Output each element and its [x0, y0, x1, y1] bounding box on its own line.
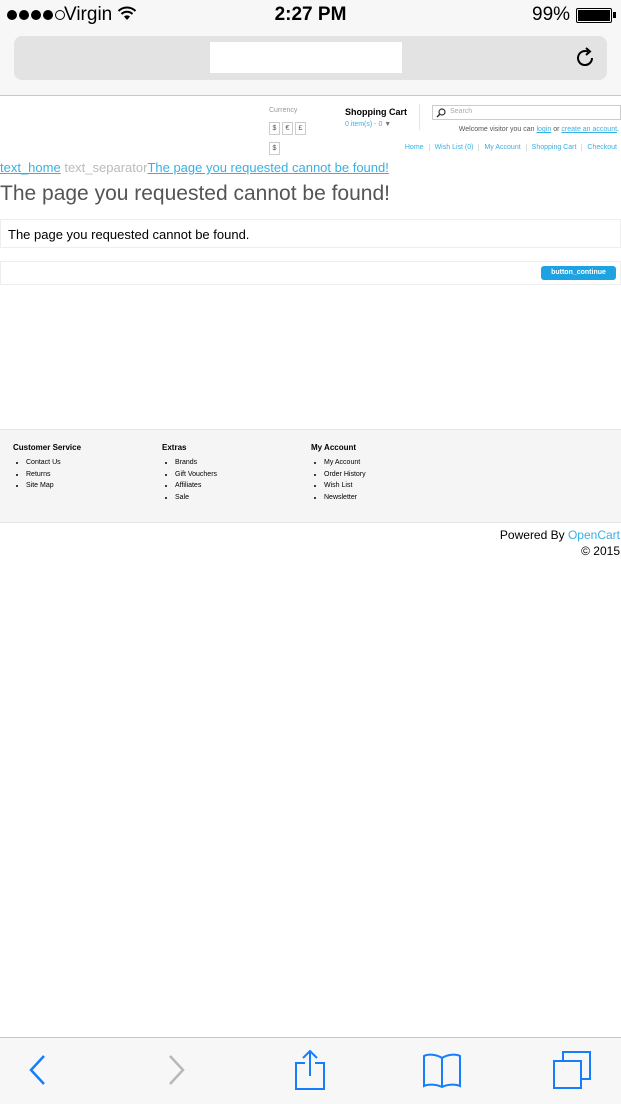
footer-column-my-account: My Account My Account Order History Wish… — [311, 443, 366, 503]
create-account-link[interactable]: create an account — [561, 126, 617, 133]
share-icon[interactable] — [293, 1049, 327, 1091]
back-button[interactable] — [14, 1048, 62, 1092]
footer-heading: My Account — [311, 443, 357, 452]
footer-link-sale[interactable]: Sale — [175, 492, 217, 504]
footer-link-gift-vouchers[interactable]: Gift Vouchers — [175, 469, 217, 481]
footer-heading: Extras — [162, 443, 187, 452]
browser-toolbar — [0, 1037, 621, 1104]
search-input[interactable]: Search — [432, 105, 621, 120]
footer-link-order-history[interactable]: Order History — [324, 469, 366, 481]
footer-link-wish-list[interactable]: Wish List — [324, 480, 366, 492]
footer-heading: Customer Service — [13, 443, 82, 452]
reload-icon[interactable] — [573, 46, 597, 70]
cart-title: Shopping Cart — [345, 107, 407, 117]
breadcrumb-home[interactable]: text_home — [0, 160, 61, 175]
forward-icon[interactable] — [166, 1054, 186, 1086]
status-time: 2:27 PM — [274, 4, 347, 25]
footer-link-site-map[interactable]: Site Map — [26, 480, 81, 492]
back-icon[interactable] — [28, 1054, 48, 1086]
footer-link-brands[interactable]: Brands — [175, 457, 217, 469]
tabs-button[interactable] — [548, 1048, 596, 1092]
welcome-or: or — [553, 126, 560, 133]
footer-link-contact-us[interactable]: Contact Us — [26, 457, 81, 469]
footer-link-my-account[interactable]: My Account — [324, 457, 366, 469]
footer-link-returns[interactable]: Returns — [26, 469, 81, 481]
copyright: © 2015 — [581, 544, 620, 558]
battery-icon — [576, 8, 616, 23]
footer-column-customer-service: Customer Service Contact Us Returns Site… — [13, 443, 81, 492]
bookmarks-icon[interactable] — [422, 1052, 462, 1088]
link-home[interactable]: Home — [400, 144, 429, 151]
tabs-icon[interactable] — [552, 1050, 592, 1090]
welcome-prefix: Welcome visitor you can — [458, 126, 535, 133]
powered-by-text: Powered By — [499, 528, 565, 542]
forward-button[interactable] — [152, 1048, 200, 1092]
link-shopping-cart[interactable]: Shopping Cart — [525, 144, 582, 151]
footer-link-affiliates[interactable]: Affiliates — [175, 480, 217, 492]
footer-link-newsletter[interactable]: Newsletter — [324, 492, 366, 504]
status-bar: Virgin 2:27 PM 99% — [0, 0, 621, 32]
url-field[interactable] — [210, 42, 402, 73]
currency-switcher: $ € £$ — [269, 117, 313, 157]
share-button[interactable] — [286, 1048, 334, 1092]
continue-button[interactable]: button_continue — [541, 266, 616, 280]
content-message: The page you requested cannot be found. — [0, 219, 621, 248]
powered-by: Powered By OpenCart © 2015 — [0, 527, 620, 559]
link-checkout[interactable]: Checkout — [581, 144, 617, 151]
search-placeholder: Search — [450, 108, 473, 115]
address-bar[interactable] — [14, 36, 607, 80]
currency-label: Currency — [269, 107, 298, 114]
welcome-text: Welcome visitor you can login or create … — [0, 126, 619, 133]
opencart-link[interactable]: OpenCart — [568, 528, 620, 542]
breadcrumb: text_home text_separatorThe page you req… — [0, 160, 389, 175]
search-icon[interactable] — [436, 108, 446, 118]
welcome-suffix: . — [617, 126, 619, 133]
footer-column-extras: Extras Brands Gift Vouchers Affiliates S… — [162, 443, 217, 503]
browser-address-area — [0, 32, 621, 96]
footer: Customer Service Contact Us Returns Site… — [0, 429, 621, 523]
breadcrumb-current[interactable]: The page you requested cannot be found! — [147, 160, 388, 175]
link-my-account[interactable]: My Account — [478, 144, 526, 151]
top-links: Home Wish List (0) My Account Shopping Cart… — [0, 144, 617, 151]
link-wish-list[interactable]: Wish List (0) — [428, 144, 479, 151]
page-title: The page you requested cannot be found! — [0, 182, 390, 205]
bookmarks-button[interactable] — [418, 1048, 466, 1092]
battery-percent: 99% — [532, 4, 571, 25]
button-row: button_continue — [0, 261, 621, 285]
breadcrumb-separator: text_separator — [64, 160, 148, 175]
login-link[interactable]: login — [536, 126, 551, 133]
